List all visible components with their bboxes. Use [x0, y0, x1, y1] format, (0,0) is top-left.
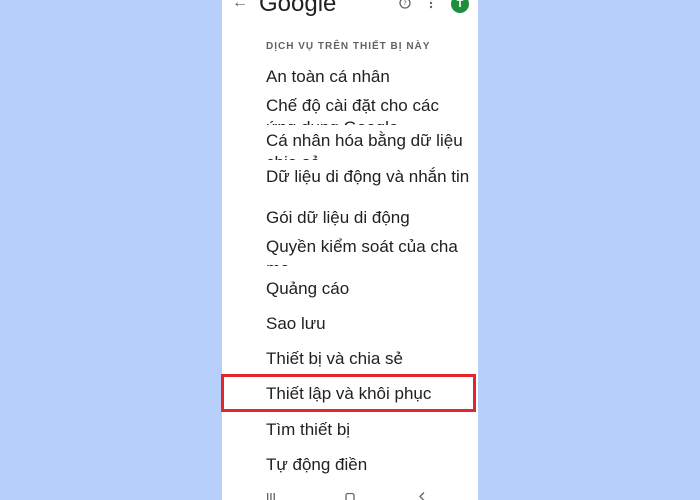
avatar[interactable]: T	[451, 0, 469, 13]
list-item-google-app-settings[interactable]: Chế độ cài đặt cho các ứng dụng Google	[266, 95, 471, 125]
arrow-left-icon[interactable]: ←	[232, 0, 248, 12]
list-item-personal-safety[interactable]: An toàn cá nhân	[266, 66, 471, 88]
list-item-label: Tìm thiết bị	[266, 420, 351, 439]
page-title: Google	[259, 0, 337, 17]
list-item-find-device[interactable]: Tìm thiết bị	[266, 419, 471, 441]
system-navigation-bar	[222, 488, 478, 500]
list-item-label: Sao lưu	[266, 314, 326, 333]
top-app-bar: ← Google ? T	[222, 0, 478, 22]
list-item-label: Quyền kiểm soát của cha mẹ	[266, 237, 458, 266]
list-item-mobile-data-messaging[interactable]: Dữ liệu di động và nhắn tin	[266, 166, 471, 196]
list-item-devices-sharing[interactable]: Thiết bị và chia sẻ	[266, 348, 471, 370]
recent-apps-icon[interactable]	[266, 493, 276, 500]
home-icon[interactable]	[345, 493, 355, 500]
list-item-autofill[interactable]: Tự động điền	[266, 454, 471, 476]
list-item-label: An toàn cá nhân	[266, 67, 390, 86]
section-title: DỊCH VỤ TRÊN THIẾT BỊ NÀY	[266, 41, 431, 52]
list-item-parental-controls[interactable]: Quyền kiểm soát của cha mẹ	[266, 236, 471, 266]
svg-text:?: ?	[403, 0, 407, 8]
list-item-ads[interactable]: Quảng cáo	[266, 278, 471, 300]
list-item-label: Chế độ cài đặt cho các ứng dụng Google	[266, 96, 439, 125]
list-item-backup[interactable]: Sao lưu	[266, 313, 471, 335]
list-item-label: Gói dữ liệu di động	[266, 208, 410, 227]
list-item-label: Quảng cáo	[266, 279, 350, 298]
list-item-label: Cá nhân hóa bằng dữ liệu chia sẻ	[266, 131, 463, 160]
list-item-label: Thiết bị và chia sẻ	[266, 349, 404, 368]
list-item-personalize-shared-data[interactable]: Cá nhân hóa bằng dữ liệu chia sẻ	[266, 130, 471, 160]
list-item-label: Dữ liệu di động và nhắn tin	[266, 167, 470, 186]
phone-screen: ← Google ? T DỊCH VỤ TRÊN THIẾT BỊ NÀY A…	[222, 0, 478, 500]
more-vertical-icon[interactable]	[428, 0, 434, 9]
help-circle-icon[interactable]: ?	[399, 0, 411, 9]
highlight-box	[221, 374, 476, 412]
list-item-mobile-data-plan[interactable]: Gói dữ liệu di động	[266, 207, 471, 229]
list-item-label: Tự động điền	[266, 455, 368, 474]
back-icon[interactable]	[418, 492, 426, 500]
